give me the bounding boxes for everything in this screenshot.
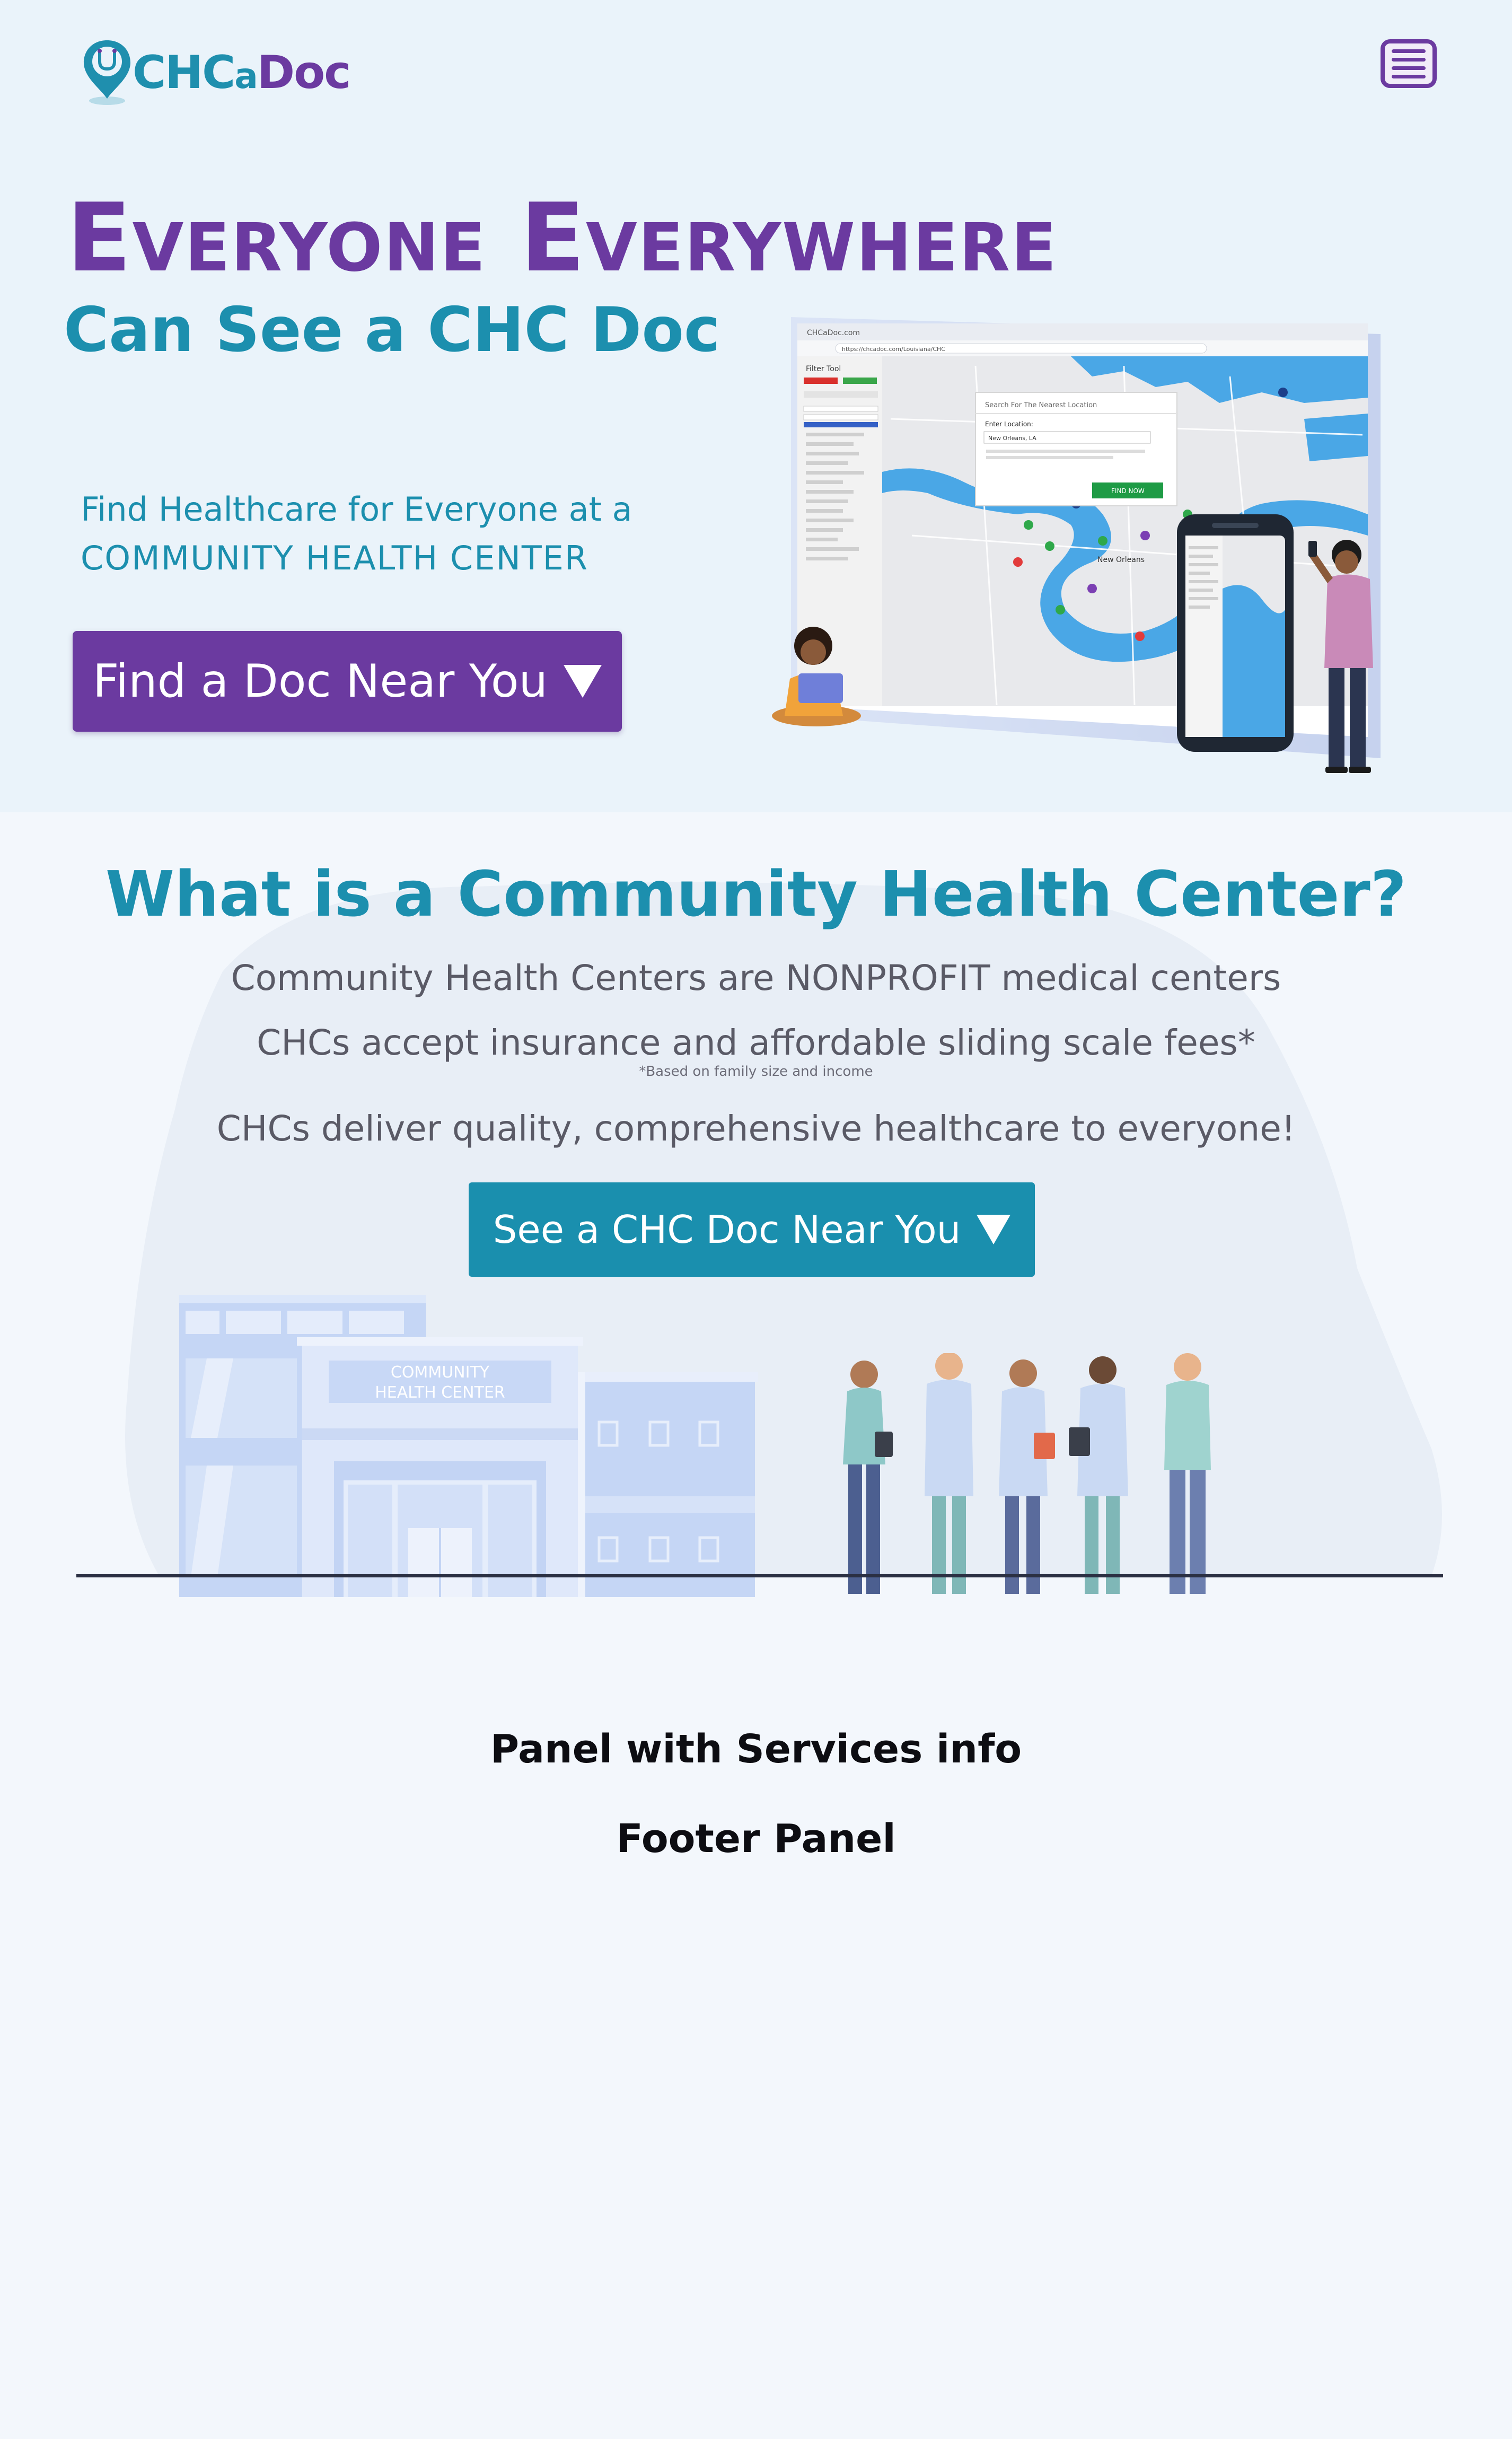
find-doc-button[interactable]: Find a Doc Near You <box>73 631 622 732</box>
doctor-figure <box>999 1359 1055 1594</box>
doctor-figure <box>843 1361 893 1594</box>
hero-map-illustration: CHCaDoc.com https://chcadoc.com/Louisian… <box>772 317 1381 773</box>
footer-panel-placeholder: Footer Panel <box>616 1816 896 1862</box>
hero-tagline-line2: COMMUNITY HEALTH CENTER <box>81 539 588 577</box>
find-doc-button-label: Find a Doc Near You <box>93 655 548 708</box>
medical-staff-illustration <box>843 1353 1211 1594</box>
building-sign-line2: HEALTH CENTER <box>375 1383 505 1402</box>
modal-find-button: FIND NOW <box>1111 487 1145 495</box>
chc-heading: What is a Community Health Center? <box>105 857 1407 931</box>
hero-subtitle: Can See a CHC Doc <box>64 294 720 366</box>
see-chc-doc-button[interactable]: See a CHC Doc Near You <box>469 1182 1035 1277</box>
doctor-figure <box>925 1353 973 1594</box>
modal-label: Enter Location: <box>985 420 1033 428</box>
logo-part-doc: Doc <box>257 46 351 99</box>
logo-part-chc: CHC <box>133 46 235 99</box>
modal-title: Search For The Nearest Location <box>985 401 1097 409</box>
sidebar-title: Filter Tool <box>806 365 841 373</box>
browser-address: https://chcadoc.com/Louisiana/CHC <box>842 346 945 353</box>
map-city-label: New Orleans <box>1097 556 1145 564</box>
modal-input-value: New Orleans, LA <box>988 435 1036 442</box>
see-chc-doc-button-label: See a CHC Doc Near You <box>493 1207 961 1252</box>
health-center-building-illustration: COMMUNITY HEALTH CENTER <box>179 1295 758 1597</box>
logo-part-a: a <box>234 56 258 96</box>
hamburger-menu-icon[interactable] <box>1381 39 1437 88</box>
chc-info-section: What is a Community Health Center? Commu… <box>0 812 1512 1608</box>
ground-line <box>76 1574 1443 1577</box>
chc-line-quality: CHCs deliver quality, comprehensive heal… <box>216 1108 1296 1149</box>
hero-section: CHCaDoc Everyone Everywhere Can See a CH… <box>0 0 1512 812</box>
map-pin-stethoscope-icon <box>84 40 130 105</box>
services-panel-placeholder: Panel with Services info <box>490 1726 1022 1772</box>
building-sign-line1: COMMUNITY <box>391 1363 490 1382</box>
browser-tab-title: CHCaDoc.com <box>807 329 860 337</box>
hero-tagline-line1: Find Healthcare for Everyone at a <box>81 490 632 529</box>
logo-wordmark: CHCaDoc <box>133 50 351 96</box>
chc-line-insurance: CHCs accept insurance and affordable sli… <box>257 1022 1255 1063</box>
triangle-down-icon <box>563 665 602 698</box>
site-logo[interactable]: CHCaDoc <box>80 38 351 107</box>
chc-footnote: *Based on family size and income <box>639 1064 873 1080</box>
doctor-figure <box>1069 1356 1128 1594</box>
hero-title: Everyone Everywhere <box>67 183 1058 293</box>
triangle-down-icon <box>977 1215 1011 1244</box>
doctor-figure <box>1164 1353 1211 1594</box>
chc-line-nonprofit: Community Health Centers are NONPROFIT m… <box>231 958 1281 998</box>
